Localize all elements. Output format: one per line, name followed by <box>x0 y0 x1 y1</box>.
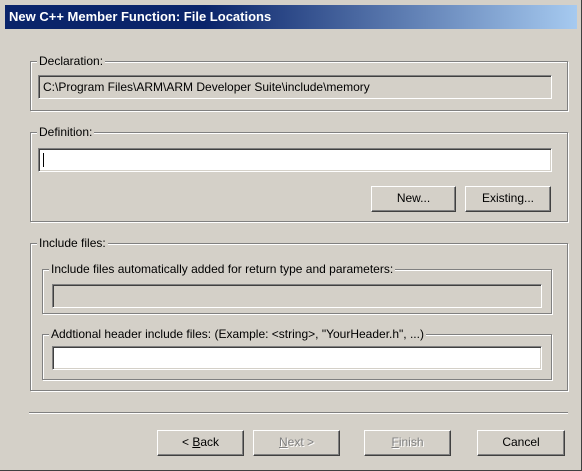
existing-button[interactable]: Existing... <box>465 186 551 212</box>
auto-includes-legend: Include files automatically added for re… <box>49 262 396 276</box>
button-separator <box>29 412 568 414</box>
definition-input[interactable] <box>38 148 552 172</box>
additional-includes-input[interactable] <box>52 346 542 370</box>
declaration-path-field: C:\Program Files\ARM\ARM Developer Suite… <box>38 75 552 99</box>
window-title: New C++ Member Function: File Locations <box>9 9 272 24</box>
declaration-legend: Declaration: <box>37 54 106 68</box>
new-button-label: New... <box>396 191 431 205</box>
finish-button[interactable]: Finish <box>364 430 451 456</box>
back-button[interactable]: < Back <box>157 430 244 456</box>
cancel-button-label: Cancel <box>502 435 540 449</box>
cancel-button[interactable]: Cancel <box>477 430 565 456</box>
back-rest: ack <box>200 435 220 449</box>
auto-includes-field <box>52 284 542 308</box>
include-files-legend: Include files: <box>37 236 108 250</box>
next-mnemonic: N <box>278 435 288 449</box>
new-button[interactable]: New... <box>371 186 456 212</box>
next-rest: ext > <box>287 435 315 449</box>
finish-rest: inish <box>398 435 424 449</box>
definition-legend: Definition: <box>37 125 95 139</box>
wizard-dialog: New C++ Member Function: File Locations … <box>0 0 582 471</box>
finish-mnemonic: F <box>391 435 399 449</box>
next-button[interactable]: Next > <box>253 430 340 456</box>
existing-button-label: Existing... <box>481 191 535 205</box>
back-prefix: < <box>181 435 193 449</box>
additional-includes-legend: Addtional header include files: (Example… <box>49 327 426 341</box>
text-caret <box>43 153 44 167</box>
title-bar[interactable]: New C++ Member Function: File Locations <box>5 5 577 29</box>
